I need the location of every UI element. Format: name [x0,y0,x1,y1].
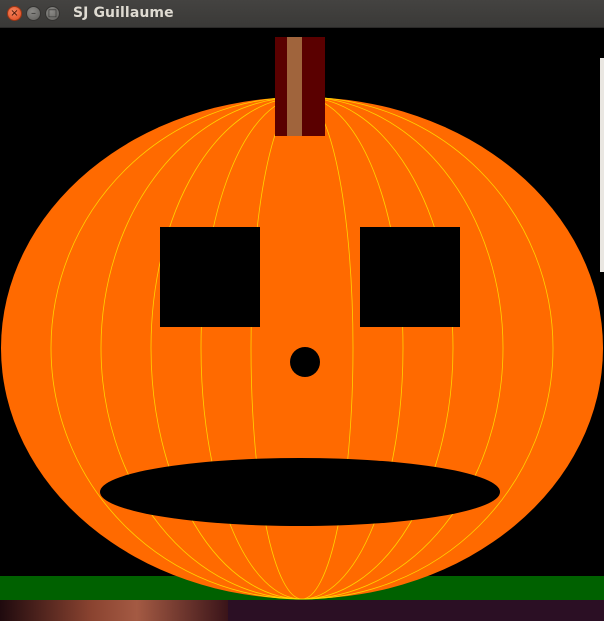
maximize-button[interactable]: □ [45,6,60,21]
minimize-button[interactable]: – [26,6,41,21]
desktop-background-right [228,600,604,621]
close-icon: × [10,7,19,19]
drawing-canvas [0,28,604,600]
minimize-icon: – [31,7,36,19]
desktop-background-left [0,600,228,621]
window-controls: × – □ [7,6,60,21]
pumpkin-scene [0,37,604,600]
mouth [100,458,500,526]
window-title: SJ Guillaume [73,5,174,21]
app-window: × – □ SJ Guillaume [0,0,604,600]
maximize-icon: □ [47,7,58,19]
window-titlebar[interactable]: × – □ SJ Guillaume [0,0,604,28]
close-button[interactable]: × [7,6,22,21]
left-eye [160,227,260,327]
pumpkin-stem [275,37,325,136]
nose [290,347,320,377]
background-window-edge [600,58,604,272]
stem-inner [287,37,302,136]
right-eye [360,227,460,327]
